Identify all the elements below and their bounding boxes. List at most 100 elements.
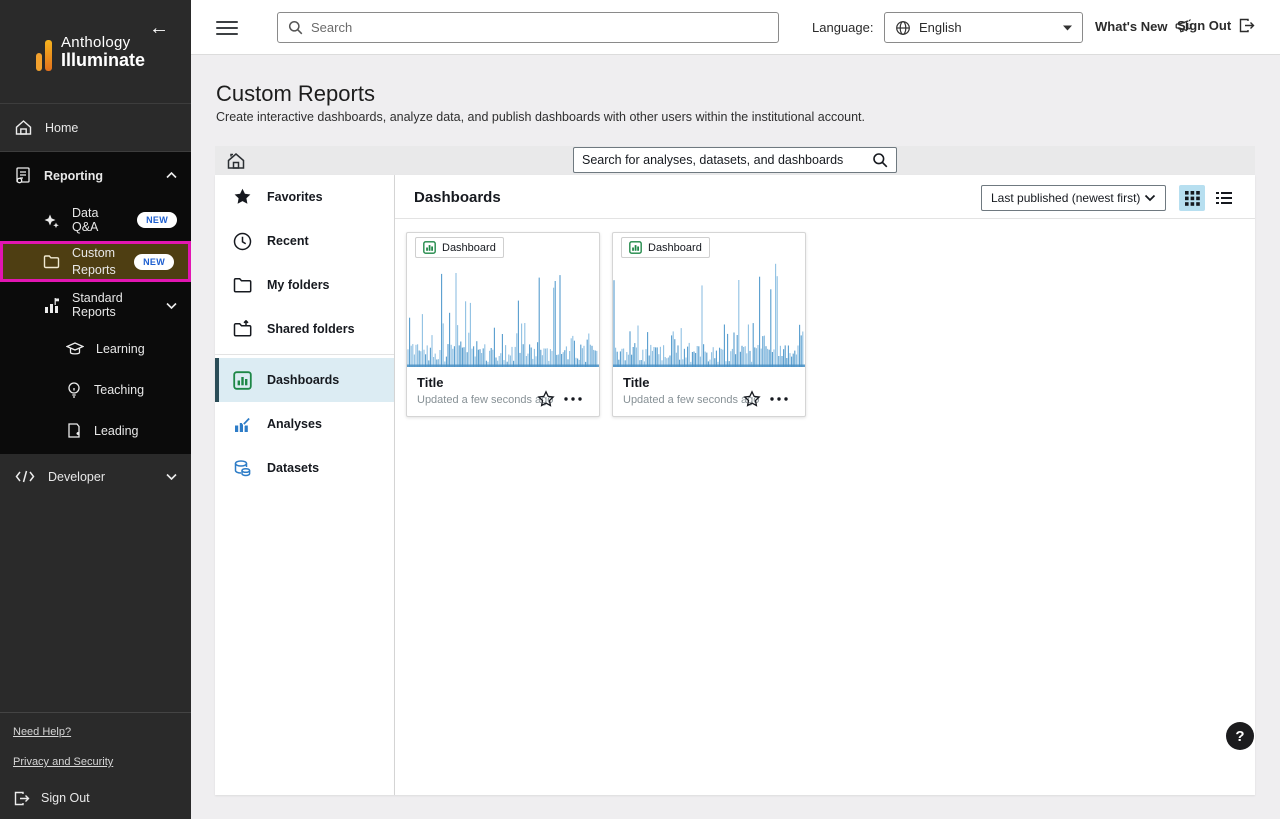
topbar-sign-out[interactable]: Sign Out <box>1177 17 1255 34</box>
language-value: English <box>919 20 962 35</box>
console-heading: Dashboards <box>414 189 501 206</box>
sidebar-item-label: Learning <box>96 342 145 356</box>
sidebar-item-developer[interactable]: Developer <box>0 454 191 499</box>
sidebar-item-data-qa[interactable]: Data Q&A NEW <box>0 199 191 241</box>
dashboard-icon <box>423 241 436 254</box>
sidebar-item-teaching[interactable]: Teaching <box>0 369 191 410</box>
shared-folder-icon <box>233 320 252 338</box>
nav-item-label: Datasets <box>267 461 319 475</box>
dashboard-preview-sparkline <box>613 257 805 369</box>
sidebar-item-label: Custom Reports <box>72 245 122 279</box>
card-title: Title <box>623 375 795 390</box>
console-nav-shared-folders[interactable]: Shared folders <box>215 307 394 351</box>
console-nav-datasets[interactable]: Datasets <box>215 446 394 490</box>
need-help-link[interactable]: Need Help? <box>13 726 71 738</box>
card-menu-icon[interactable] <box>563 390 585 408</box>
favorite-star-icon[interactable] <box>743 390 761 408</box>
console-nav-recent[interactable]: Recent <box>215 219 394 263</box>
nav-item-label: Shared folders <box>267 322 355 336</box>
reporting-icon <box>14 166 32 185</box>
global-search[interactable] <box>277 12 779 43</box>
console-main: Dashboards Last published (newest first)… <box>395 175 1255 795</box>
sort-dropdown[interactable]: Last published (newest first) <box>981 185 1166 211</box>
datasets-icon <box>233 459 252 478</box>
card-footer: Title Updated a few seconds ago <box>407 369 599 416</box>
console-search-input[interactable] <box>582 153 866 167</box>
sign-out-label: Sign Out <box>1177 18 1231 33</box>
asset-type-badge: Dashboard <box>621 237 710 258</box>
sidebar-item-custom-reports[interactable]: Custom Reports NEW <box>0 241 191 282</box>
list-icon <box>1216 191 1232 205</box>
home-icon <box>14 118 33 137</box>
anthology-illuminate-logo: Anthology Illuminate <box>36 34 145 71</box>
console-nav-analyses[interactable]: Analyses <box>215 402 394 446</box>
standard-reports-icon <box>43 297 60 314</box>
sign-out-label: Sign Out <box>41 791 90 805</box>
console-nav-divider <box>215 354 394 355</box>
code-icon <box>14 469 36 484</box>
console-toolbar <box>215 146 1255 175</box>
app-root: ← Anthology Illuminate Home Reporting D <box>0 0 1280 819</box>
star-filled-icon <box>233 188 252 206</box>
new-badge: NEW <box>134 254 174 270</box>
sidebar-item-label: Developer <box>48 470 105 484</box>
nav-item-label: My folders <box>267 278 330 292</box>
asset-type-label: Dashboard <box>442 242 496 254</box>
chevron-down-icon <box>166 302 177 309</box>
sidebar-item-reporting[interactable]: Reporting <box>0 152 191 199</box>
sign-out-icon <box>1238 17 1255 34</box>
list-view-toggle[interactable] <box>1212 187 1236 209</box>
collapse-sidebar-icon[interactable]: ← <box>147 16 171 40</box>
globe-icon <box>895 20 911 36</box>
card-menu-icon[interactable] <box>769 390 791 408</box>
nav-item-label: Analyses <box>267 417 322 431</box>
chevron-down-icon <box>166 473 177 480</box>
sidebar-item-label: Teaching <box>94 383 144 397</box>
menu-hamburger-icon[interactable] <box>216 17 238 37</box>
dashboard-icon <box>629 241 642 254</box>
chevron-up-icon <box>166 172 177 179</box>
grid-icon <box>1185 191 1200 206</box>
grid-view-toggle[interactable] <box>1179 185 1205 211</box>
sidebar-item-leading[interactable]: Leading <box>0 410 191 451</box>
favorite-star-icon[interactable] <box>537 390 555 408</box>
dashboard-card[interactable]: Dashboard Title Updated a few seconds ag… <box>612 232 806 417</box>
caret-down-icon <box>1063 25 1072 31</box>
heading-divider <box>395 218 1255 219</box>
nav-item-label: Dashboards <box>267 373 339 387</box>
sidebar-item-label: Home <box>45 121 78 135</box>
language-select[interactable]: English <box>884 12 1083 43</box>
sidebar-item-home[interactable]: Home <box>0 104 191 152</box>
new-badge: NEW <box>137 212 177 228</box>
privacy-security-link[interactable]: Privacy and Security <box>13 756 113 768</box>
whats-new-label: What's New <box>1095 19 1167 34</box>
console-home-icon[interactable] <box>225 150 247 172</box>
console-nav-favorites[interactable]: Favorites <box>215 175 394 219</box>
sidebar-sign-out[interactable]: Sign Out <box>0 784 191 812</box>
nav-item-label: Recent <box>267 234 309 248</box>
card-footer: Title Updated a few seconds ago <box>613 369 805 416</box>
help-button[interactable]: ? <box>1226 722 1254 750</box>
sidebar-item-label: Data Q&A <box>72 206 125 234</box>
dashboard-card[interactable]: Dashboard Title Updated a few seconds ag… <box>406 232 600 417</box>
sidebar-item-learning[interactable]: Learning <box>0 328 191 369</box>
sidebar-item-standard-reports[interactable]: Standard Reports <box>0 282 191 328</box>
page-description: Create interactive dashboards, analyze d… <box>216 110 865 124</box>
sign-out-icon <box>13 790 30 807</box>
clock-icon <box>233 232 252 251</box>
console-sidenav: Favorites Recent My folders Shared folde… <box>215 175 395 795</box>
sidebar-footer-divider <box>0 712 191 713</box>
logo-line2: Illuminate <box>61 50 145 71</box>
document-plus-icon <box>66 422 82 439</box>
console-search[interactable] <box>573 147 897 173</box>
page-title: Custom Reports <box>216 81 375 107</box>
console-nav-dashboards[interactable]: Dashboards <box>215 358 394 402</box>
logo-line1: Anthology <box>61 34 145 51</box>
global-search-input[interactable] <box>311 20 768 35</box>
topbar: Language: English What's New Sign Out <box>191 0 1280 55</box>
folder-icon <box>233 277 252 293</box>
console-nav-my-folders[interactable]: My folders <box>215 263 394 307</box>
data-qa-sparkle-icon <box>43 212 60 229</box>
sort-value: Last published (newest first) <box>991 191 1140 205</box>
graduation-cap-icon <box>66 341 84 357</box>
